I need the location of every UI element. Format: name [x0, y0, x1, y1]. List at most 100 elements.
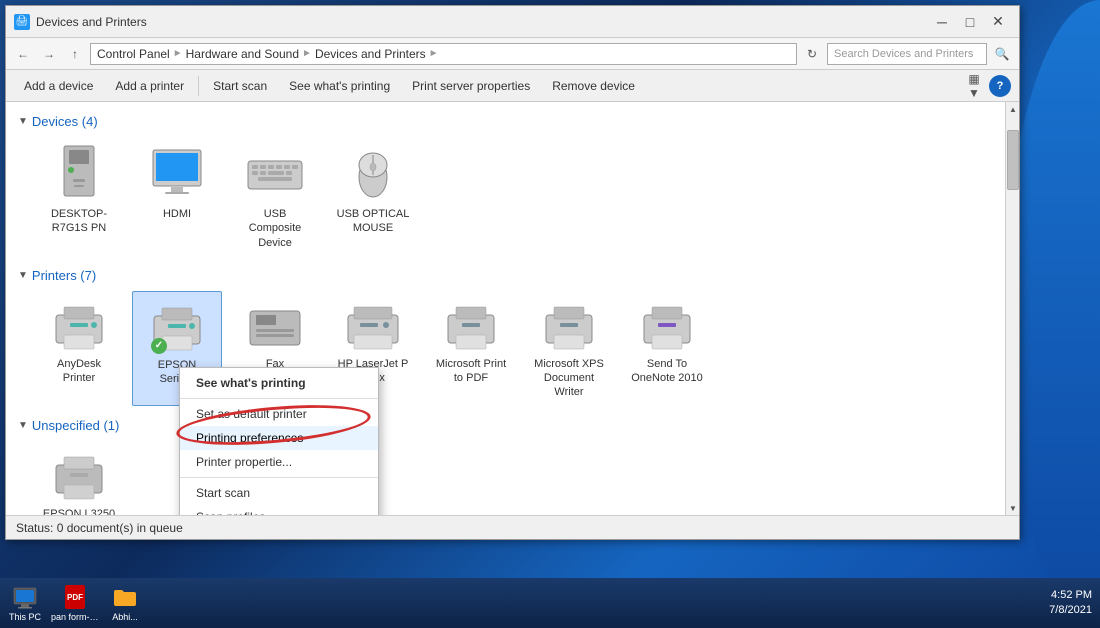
scroll-up-arrow[interactable]: ▲ — [1006, 102, 1019, 116]
pdf-label: pan form-for-c... — [51, 613, 99, 623]
devices-collapse-arrow: ▼ — [18, 116, 28, 127]
ctx-start-scan[interactable]: Start scan — [180, 481, 378, 505]
folder-label: Abhi... — [112, 613, 138, 623]
device-hdmi[interactable]: HDMI — [132, 137, 222, 256]
device-epson-l3250[interactable]: EPSON L3250 — [34, 441, 124, 515]
search-placeholder: Search Devices and Printers — [834, 48, 973, 60]
unspecified-grid: EPSON L3250 — [18, 441, 1007, 515]
titlebar: 🖨 Devices and Printers ─ □ ✕ — [6, 6, 1019, 38]
content-area: ▲ ▼ ▼ Devices (4) DESK — [6, 102, 1019, 515]
scrollbar-thumb[interactable] — [1007, 130, 1019, 190]
up-button[interactable]: ↑ — [64, 43, 86, 65]
ctx-printing-preferences[interactable]: Printing preferences — [180, 426, 378, 450]
ms-pdf-label: Microsoft Print to PDF — [432, 357, 510, 386]
breadcrumb-dp: Devices and Printers — [315, 47, 426, 61]
ctx-sep-2 — [180, 477, 378, 478]
printer-anydesk[interactable]: AnyDesk Printer — [34, 291, 124, 406]
device-hdmi-label: HDMI — [163, 207, 191, 221]
printer-onenote[interactable]: Send To OneNote 2010 — [622, 291, 712, 406]
addressbar: ← → ↑ Control Panel ► Hardware and Sound… — [6, 38, 1019, 70]
remove-device-button[interactable]: Remove device — [542, 76, 645, 96]
printers-section-header[interactable]: ▼ Printers (7) — [18, 268, 1007, 283]
toolbar-right: ▦ ▼ ? — [963, 75, 1011, 97]
printer-ms-pdf[interactable]: Microsoft Print to PDF — [426, 291, 516, 406]
forward-button[interactable]: → — [38, 43, 60, 65]
desktop-icon — [49, 143, 109, 203]
minimize-button[interactable]: ─ — [929, 12, 955, 32]
scroll-down-arrow[interactable]: ▼ — [1006, 501, 1019, 515]
view-options-button[interactable]: ▦ ▼ — [963, 75, 985, 97]
status-text: Status: 0 document(s) in queue — [16, 521, 183, 535]
epson-l3250-icon-wrap — [49, 447, 109, 507]
this-pc-icon — [11, 583, 39, 611]
taskbar-this-pc[interactable]: This PC — [0, 578, 50, 628]
mouse-icon — [343, 143, 403, 203]
keyboard-icon — [245, 143, 305, 203]
unspecified-section-header[interactable]: ▼ Unspecified (1) — [18, 418, 1007, 433]
ctx-scan-profiles[interactable]: Scan profiles... — [180, 505, 378, 515]
back-button[interactable]: ← — [12, 43, 34, 65]
scrollbar-track: ▲ ▼ — [1005, 102, 1019, 515]
unspecified-collapse-arrow: ▼ — [18, 420, 28, 431]
window-icon: 🖨 — [14, 14, 30, 30]
clock: 4:52 PM 7/8/2021 — [1049, 588, 1092, 619]
start-scan-button[interactable]: Start scan — [203, 76, 277, 96]
help-button[interactable]: ? — [989, 75, 1011, 97]
anydesk-label: AnyDesk Printer — [40, 357, 118, 386]
search-box[interactable]: Search Devices and Printers — [827, 43, 987, 65]
printers-grid: AnyDesk Printer ✓ EPSON Serie... — [18, 291, 1007, 406]
devices-section-title: Devices (4) — [32, 114, 98, 129]
device-mouse[interactable]: USB OPTICAL MOUSE — [328, 137, 418, 256]
folder-icon — [111, 583, 139, 611]
context-menu: See what's printing Set as default print… — [179, 367, 379, 515]
fax-icon-wrap — [245, 297, 305, 357]
taskbar-folder[interactable]: Abhi... — [100, 578, 150, 628]
taskbar: This PC PDF pan form-for-c... Abhi... 4:… — [0, 578, 1100, 628]
epson-icon-wrap: ✓ — [147, 298, 207, 358]
refresh-button[interactable]: ↻ — [801, 43, 823, 65]
ms-xps-label: Microsoft XPS Document Writer — [530, 357, 608, 400]
svg-text:PDF: PDF — [67, 593, 83, 602]
taskbar-right: 4:52 PM 7/8/2021 — [1049, 588, 1100, 619]
ctx-printer-props[interactable]: Printer propertie... — [180, 450, 378, 474]
onenote-icon-wrap — [637, 297, 697, 357]
printer-ms-xps[interactable]: Microsoft XPS Document Writer — [524, 291, 614, 406]
devices-grid: DESKTOP-R7G1S PN HDMI — [18, 137, 1007, 256]
ms-pdf-icon-wrap — [441, 297, 501, 357]
unspecified-section-title: Unspecified (1) — [32, 418, 119, 433]
maximize-button[interactable]: □ — [957, 12, 983, 32]
clock-time: 4:52 PM — [1049, 588, 1092, 603]
device-mouse-label: USB OPTICAL MOUSE — [334, 207, 412, 236]
window-title: Devices and Printers — [36, 15, 929, 29]
print-server-props-button[interactable]: Print server properties — [402, 76, 540, 96]
device-desktop[interactable]: DESKTOP-R7G1S PN — [34, 137, 124, 256]
breadcrumb-hw: Hardware and Sound — [186, 47, 299, 61]
device-usb-composite[interactable]: USB Composite Device — [230, 137, 320, 256]
epson-l3250-label: EPSON L3250 — [43, 507, 115, 515]
hp-icon-wrap — [343, 297, 403, 357]
see-whats-printing-button[interactable]: See what's printing — [279, 76, 400, 96]
toolbar: Add a device Add a printer Start scan Se… — [6, 70, 1019, 102]
toolbar-separator — [198, 76, 199, 96]
device-desktop-label: DESKTOP-R7G1S PN — [40, 207, 118, 236]
ms-xps-icon-wrap — [539, 297, 599, 357]
default-check-badge: ✓ — [151, 338, 167, 354]
add-printer-button[interactable]: Add a printer — [105, 76, 194, 96]
onenote-label: Send To OneNote 2010 — [628, 357, 706, 386]
ctx-see-whats-printing[interactable]: See what's printing — [180, 371, 378, 395]
printers-collapse-arrow: ▼ — [18, 270, 28, 281]
search-icon: 🔍 — [991, 43, 1013, 65]
ctx-set-default[interactable]: Set as default printer — [180, 402, 378, 426]
breadcrumb-cp: Control Panel — [97, 47, 170, 61]
close-button[interactable]: ✕ — [985, 12, 1011, 32]
anydesk-icon-wrap — [49, 297, 109, 357]
breadcrumb[interactable]: Control Panel ► Hardware and Sound ► Dev… — [90, 43, 797, 65]
taskbar-pdf[interactable]: PDF pan form-for-c... — [50, 578, 100, 628]
devices-section-header[interactable]: ▼ Devices (4) — [18, 114, 1007, 129]
add-device-button[interactable]: Add a device — [14, 76, 103, 96]
devices-and-printers-window: 🖨 Devices and Printers ─ □ ✕ ← → ↑ Contr… — [5, 5, 1020, 540]
printers-section-title: Printers (7) — [32, 268, 96, 283]
window-controls: ─ □ ✕ — [929, 12, 1011, 32]
clock-date: 7/8/2021 — [1049, 603, 1092, 618]
monitor-icon — [147, 143, 207, 203]
